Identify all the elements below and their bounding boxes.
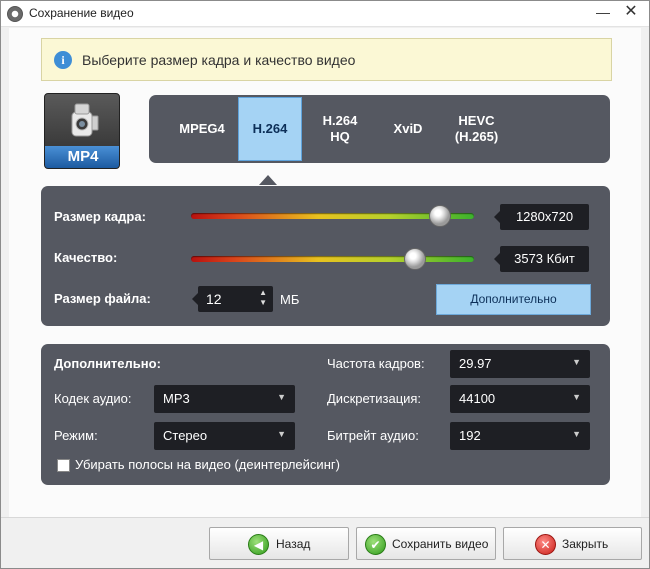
mode-select[interactable]: Стерео ▼ (154, 422, 295, 450)
audio-bitrate-label: Битрейт аудио: (327, 428, 419, 443)
arrow-left-icon: ◀ (248, 534, 269, 555)
codec-h264-hq[interactable]: H.264 HQ (309, 95, 371, 163)
quality-panel: Размер кадра: 1280x720 Качество: 3573 Кб… (41, 186, 610, 326)
deinterlace-label[interactable]: Убирать полосы на видео (деинтерлейсинг) (75, 457, 340, 472)
app-icon (7, 6, 23, 22)
file-size-unit: МБ (280, 292, 300, 307)
quality-slider[interactable] (191, 248, 474, 270)
frame-size-value: 1280x720 (494, 204, 589, 230)
minimize-button[interactable]: — (589, 1, 617, 25)
chevron-down-icon: ▼ (277, 392, 286, 402)
audio-bitrate-select[interactable]: 192 ▼ (450, 422, 590, 450)
dialog-footer: ◀ Назад ✔ Сохранить видео ✕ Закрыть (1, 517, 649, 568)
framerate-label: Частота кадров: (327, 356, 425, 371)
frame-size-slider[interactable] (191, 205, 474, 227)
save-video-button[interactable]: ✔ Сохранить видео (356, 527, 496, 560)
info-bar: i Выберите размер кадра и качество видео (41, 38, 612, 81)
deinterlace-checkbox[interactable] (57, 459, 70, 472)
audio-codec-label: Кодек аудио: (54, 391, 132, 406)
quality-value: 3573 Кбит (494, 246, 589, 272)
close-window-button[interactable]: ✕ (617, 1, 645, 25)
codec-pointer (259, 175, 277, 185)
title-bar[interactable]: Сохранение видео — ✕ (1, 1, 649, 27)
advanced-heading: Дополнительно: (54, 356, 161, 371)
file-size-stepper[interactable]: 12 ▲ ▼ (192, 286, 273, 312)
audio-bitrate-value: 192 (459, 428, 481, 443)
advanced-settings-panel: Дополнительно: Кодек аудио: MP3 ▼ Режим:… (41, 344, 610, 485)
close-icon: ✕ (535, 534, 556, 555)
frame-size-label: Размер кадра: (54, 209, 146, 224)
video-camera-icon (71, 103, 99, 137)
save-video-window: Сохранение видео — ✕ i Выберите размер к… (0, 0, 650, 569)
audio-codec-value: MP3 (163, 391, 190, 406)
dialog-content: i Выберите размер кадра и качество видео… (9, 28, 641, 517)
framerate-value: 29.97 (459, 356, 492, 371)
codec-hevc[interactable]: HEVC (H.265) (439, 95, 514, 163)
chevron-down-icon: ▼ (572, 429, 581, 439)
info-icon: i (54, 51, 72, 69)
file-size-label: Размер файла: (54, 291, 151, 306)
window-title: Сохранение видео (29, 6, 134, 20)
back-button-label: Назад (276, 537, 311, 551)
format-mp4-button[interactable]: MP4 (44, 93, 120, 169)
sampling-label: Дискретизация: (327, 391, 422, 406)
info-text: Выберите размер кадра и качество видео (82, 52, 356, 68)
advanced-button[interactable]: Дополнительно (436, 284, 591, 315)
frame-size-slider-handle[interactable] (429, 205, 452, 227)
sampling-select[interactable]: 44100 ▼ (450, 385, 590, 413)
mode-label: Режим: (54, 428, 98, 443)
save-video-button-label: Сохранить видео (392, 537, 489, 551)
format-label: MP4 (45, 146, 119, 168)
sampling-value: 44100 (459, 391, 496, 406)
back-button[interactable]: ◀ Назад (209, 527, 349, 560)
close-button-label: Закрыть (562, 537, 609, 551)
file-size-value: 12 (206, 291, 222, 307)
quality-label: Качество: (54, 250, 118, 265)
checkmark-icon: ✔ (365, 534, 386, 555)
codec-h264[interactable]: H.264 (238, 97, 302, 161)
chevron-down-icon: ▼ (572, 392, 581, 402)
framerate-select[interactable]: 29.97 ▼ (450, 350, 590, 378)
codec-xvid[interactable]: XviD (377, 95, 439, 163)
codec-mpeg4[interactable]: MPEG4 (163, 95, 241, 163)
quality-slider-handle[interactable] (403, 248, 426, 270)
stepper-arrows-icon[interactable]: ▲ ▼ (259, 288, 267, 308)
codec-selector: MPEG4 H.264 H.264 HQ XviD HEVC (H.265) (149, 95, 610, 185)
chevron-down-icon: ▼ (277, 429, 286, 439)
mode-value: Стерео (163, 428, 208, 443)
audio-codec-select[interactable]: MP3 ▼ (154, 385, 295, 413)
close-button[interactable]: ✕ Закрыть (503, 527, 642, 560)
chevron-down-icon: ▼ (572, 357, 581, 367)
